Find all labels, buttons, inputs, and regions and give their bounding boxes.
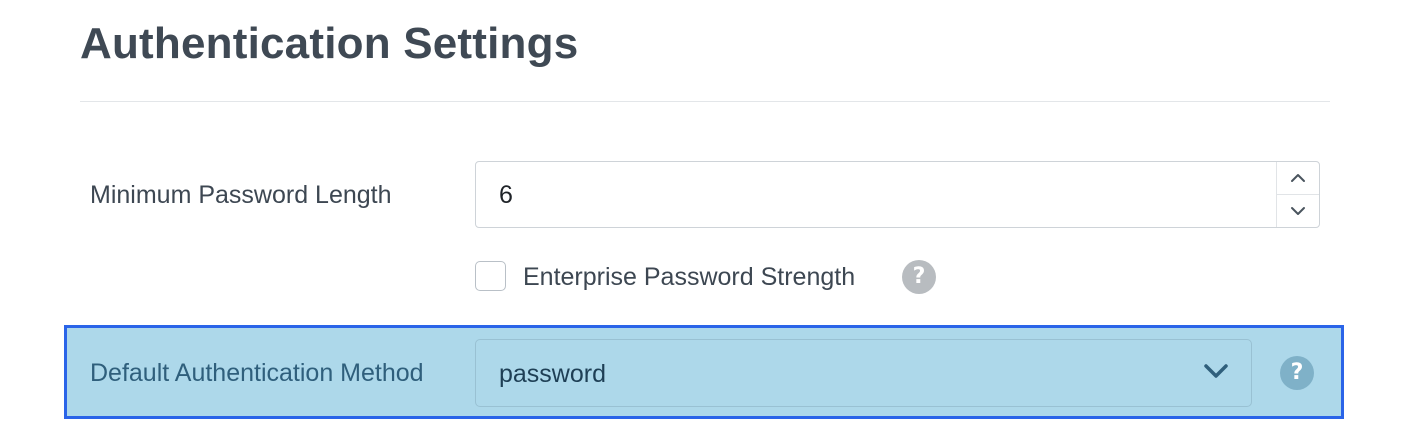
enterprise-password-strength-checkbox[interactable] <box>475 261 506 291</box>
min-password-length-label: Minimum Password Length <box>90 181 392 209</box>
page-title: Authentication Settings <box>80 19 579 68</box>
default-auth-method-label: Default Authentication Method <box>90 359 424 387</box>
increment-button[interactable] <box>1277 162 1319 194</box>
min-password-length-value[interactable]: 6 <box>499 179 513 211</box>
question-circle-icon[interactable]: ? <box>1280 356 1314 390</box>
chevron-up-icon <box>1291 174 1305 182</box>
min-password-length-input[interactable]: 6 <box>475 161 1320 228</box>
default-auth-method-select[interactable]: password <box>475 339 1252 407</box>
enterprise-password-strength-label[interactable]: Enterprise Password Strength <box>523 261 855 293</box>
default-auth-method-value: password <box>499 360 606 388</box>
min-password-length-stepper[interactable] <box>1276 162 1319 227</box>
decrement-button[interactable] <box>1277 194 1319 227</box>
chevron-down-icon <box>1291 207 1305 215</box>
title-divider <box>80 101 1330 102</box>
question-circle-icon[interactable]: ? <box>902 260 936 294</box>
chevron-down-icon <box>1204 364 1228 378</box>
